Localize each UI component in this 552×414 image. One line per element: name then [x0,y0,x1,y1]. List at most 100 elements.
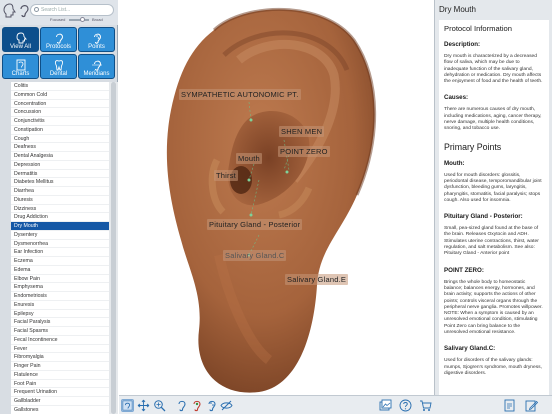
list-item[interactable]: Diuresis [11,196,109,205]
list-item[interactable]: Dry Mouth [11,222,109,231]
ear-points-icon [93,33,101,44]
list-item[interactable]: Facial Paralysis [11,318,109,327]
list-item[interactable]: Concentration [11,100,109,109]
slider-knob[interactable] [80,17,85,22]
point-text: Used for disorders of the salivary gland… [444,358,542,376]
list-item[interactable]: Dysentery [11,231,109,240]
point-name[interactable]: Pituitary Gland - Posterior: [444,213,544,220]
list-item[interactable]: Colitis [11,82,109,91]
causes-text: There are numerous causes of dry mouth, … [444,107,542,132]
list-item[interactable]: Ear Infection [11,248,109,257]
causes-label: Causes: [444,94,469,102]
protocol-info[interactable]: Protocol Information Description: Dry mo… [439,20,549,395]
list-item[interactable]: Finger Pain [11,362,109,371]
ear-points-toggle-icon[interactable] [205,399,218,412]
list-item[interactable]: Diarrhea [11,187,109,196]
search-input[interactable]: Search List... [30,4,114,16]
list-item[interactable]: Elbow Pain [11,275,109,284]
list-item[interactable]: Fecal Incontinence [11,336,109,345]
slider-right-label: Broad [92,17,103,22]
list-item[interactable]: Edema [11,266,109,275]
ear-model[interactable] [119,0,434,395]
list-item[interactable]: Dermatitis [11,170,109,179]
point-name[interactable]: POINT ZERO: [444,267,544,274]
list-item[interactable]: Foot Pain [11,380,109,389]
list-item[interactable]: Constipation [11,126,109,135]
ear-outline-icon[interactable] [175,399,188,412]
move-icon[interactable] [137,399,150,412]
scrollbar-thumb[interactable] [111,82,116,414]
condition-list[interactable]: Colitis Common Cold Concentration Concussio… [11,82,109,414]
slider-track[interactable] [69,19,89,21]
slider-left-label: Focused [50,17,66,22]
list-item[interactable]: Eczema [11,257,109,266]
label-mouth[interactable]: Mouth [236,153,262,164]
tile-charts[interactable]: Charts [2,54,39,79]
list-item[interactable]: Drug Addiction [11,213,109,222]
list-item[interactable]: Depression [11,161,109,170]
hide-icon[interactable] [220,399,233,412]
focus-slider[interactable]: Focused Broad [30,16,116,23]
label-shen-men[interactable]: SHEN MEN [279,126,325,137]
ear-viewer[interactable]: SYMPATHETIC AUTONOMIC PT. SHEN MEN POINT… [119,0,434,395]
point-name[interactable]: Salivary Gland.C: [444,345,544,352]
head-profile-icon[interactable] [3,3,16,18]
tile-meridians[interactable]: Meridians [78,54,115,79]
notes-icon[interactable] [525,399,538,412]
list-item[interactable]: Enuresis [11,301,109,310]
label-pituitary-posterior[interactable]: Pituitary Gland - Posterior [207,219,303,230]
help-icon[interactable] [399,399,412,412]
tile-points[interactable]: Points [78,27,115,52]
search-placeholder: Search List... [41,7,71,13]
point-name[interactable]: Mouth: [444,160,544,167]
tile-label: View All [10,44,31,50]
primary-points-heading: Primary Points [444,141,502,152]
tile-protocols[interactable]: Protocols [40,27,77,52]
list-item[interactable]: Facial Spasms [11,327,109,336]
protocol-heading: Protocol Information [444,24,512,33]
tile-label: Meridians [83,71,110,77]
list-item[interactable]: Dysmenorrhea [11,240,109,249]
tile-label: Dental [49,71,68,77]
left-topbar: Search List... Focused Broad [0,0,118,25]
image-gallery-icon[interactable] [379,399,392,412]
info-panel-title: Dry Mouth [439,5,476,14]
list-item[interactable]: Epilepsy [11,310,109,319]
list-item[interactable]: Diabetes Mellitus [11,178,109,187]
info-panel: Dry Mouth Protocol Information Descripti… [434,0,552,395]
list-item[interactable]: Dizziness [11,205,109,214]
list-item[interactable]: Concussion [11,108,109,117]
list-item[interactable]: Emphysema [11,283,109,292]
list-item[interactable]: Fever [11,345,109,354]
description-text: Dry mouth is characterized by a decrease… [444,54,543,85]
tile-label: Charts [11,71,30,77]
list-item[interactable]: Gallbladder [11,397,109,406]
list-item[interactable]: Gallstones [11,406,109,414]
label-salivary-gland-e[interactable]: Salivary Gland.E [285,274,349,285]
ear-color-icon[interactable] [190,399,203,412]
list-item[interactable]: Deafness [11,143,109,152]
ear-view-icon[interactable] [121,399,134,412]
tile-view-all[interactable]: View All [2,27,39,52]
point-text: Small, pea-sized gland found at the base… [444,226,539,257]
list-item[interactable]: Flatulence [11,371,109,380]
list-item[interactable]: Conjunctivitis [11,117,109,126]
cart-icon[interactable] [419,399,432,412]
label-thirst[interactable]: Thirst [214,170,238,181]
meridian-ear-icon [91,60,102,71]
pdf-icon[interactable] [503,399,516,412]
ear-outline-icon[interactable] [17,3,30,18]
list-item[interactable]: Cough [11,135,109,144]
label-sympathetic-autonomic[interactable]: SYMPATHETIC AUTONOMIC PT. [179,89,301,100]
list-scrollbar[interactable] [109,82,118,414]
tile-dental[interactable]: Dental [40,54,77,79]
list-item[interactable]: Dental Analgesia [11,152,109,161]
list-item[interactable]: Frequent Urination [11,388,109,397]
zoom-icon[interactable] [153,399,166,412]
list-item[interactable]: Endometriosis [11,292,109,301]
label-salivary-gland-c[interactable]: Salivary Gland.C [223,250,287,261]
label-point-zero[interactable]: POINT ZERO [278,146,330,157]
list-item[interactable]: Fibromyalgia [11,353,109,362]
list-item[interactable]: Common Cold [11,91,109,100]
tooth-icon [54,60,63,71]
